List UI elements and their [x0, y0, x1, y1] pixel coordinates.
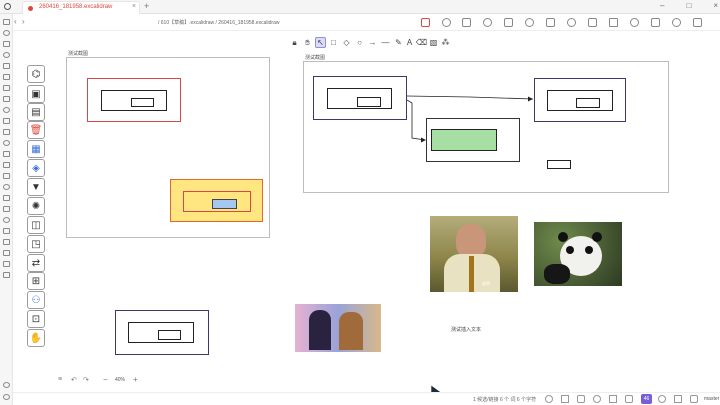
git-status-icon[interactable]	[658, 395, 666, 403]
word-count-icon[interactable]	[609, 395, 617, 403]
vim-status-icon[interactable]	[674, 395, 682, 403]
rectangle[interactable]	[158, 330, 181, 340]
count-badge[interactable]: 46	[641, 394, 652, 404]
status-bar: 1 候选/链接 6 个 词 6 个字符 46 master	[13, 392, 720, 405]
status-text: 1 候选/链接 6 个 词 6 个字符	[473, 397, 537, 403]
count-badge-label: 46	[643, 396, 650, 402]
zoom-bar: ≡ ↶ ↷ − 40% +	[55, 373, 720, 389]
branch-status-icon[interactable]	[690, 395, 698, 403]
zoom-in-icon[interactable]: +	[133, 375, 138, 384]
publish-status-icon[interactable]	[625, 395, 633, 403]
zoom-level[interactable]: 40%	[115, 377, 125, 383]
text-element[interactable]: 测试插入文本	[451, 326, 481, 333]
branch-name[interactable]: master	[704, 396, 719, 402]
image-man-with-glasses[interactable]: 说明	[430, 216, 518, 292]
menu-icon[interactable]: ≡	[58, 376, 62, 383]
image-panda[interactable]	[534, 222, 622, 286]
comment-icon[interactable]	[593, 395, 601, 403]
backlinks-icon[interactable]	[561, 395, 569, 403]
sync-status-icon[interactable]	[545, 395, 553, 403]
image-caption: 说明	[482, 281, 490, 286]
undo-icon[interactable]: ↶	[71, 376, 77, 384]
zoom-out-icon[interactable]: −	[103, 375, 108, 384]
image-anime[interactable]	[295, 304, 381, 352]
redo-icon[interactable]: ↷	[83, 376, 89, 384]
export-status-icon[interactable]	[577, 395, 585, 403]
